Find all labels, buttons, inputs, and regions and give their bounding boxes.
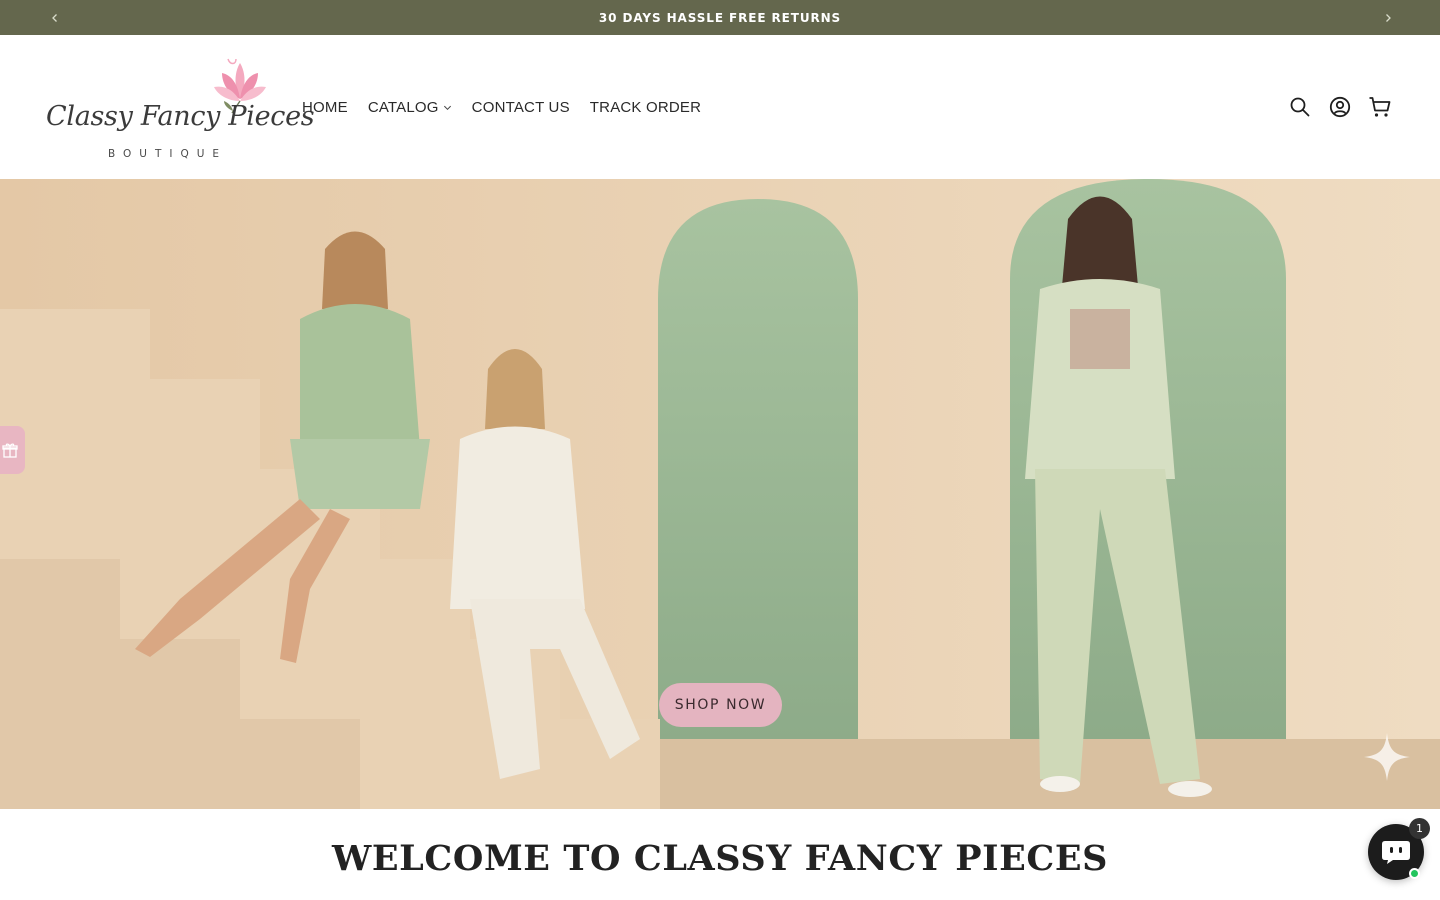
logo[interactable]: Classy Fancy Pieces BOUTIQUE	[46, 55, 315, 165]
search-button[interactable]	[1280, 87, 1320, 127]
chevron-left-icon	[51, 13, 57, 22]
cart-button[interactable]	[1360, 87, 1400, 127]
announcement-bar: 30 DAYS HASSLE FREE RETURNS	[0, 0, 1440, 35]
header-icons	[1280, 87, 1400, 127]
announcement-next-button[interactable]	[1370, 0, 1405, 35]
rewards-side-tab[interactable]	[0, 426, 25, 474]
site-header: Classy Fancy Pieces BOUTIQUE HOME CATALO…	[0, 35, 1440, 179]
nav-catalog[interactable]: CATALOG	[358, 99, 462, 116]
chat-notification-badge: 1	[1409, 818, 1430, 839]
nav-contact-us[interactable]: CONTACT US	[462, 99, 580, 116]
sparkle-icon	[1364, 733, 1410, 781]
search-icon	[1290, 97, 1310, 117]
account-icon	[1329, 96, 1351, 118]
nav-track-label: TRACK ORDER	[589, 98, 702, 116]
chevron-right-icon	[1385, 13, 1391, 22]
chat-online-indicator	[1409, 868, 1420, 879]
logo-script-text: Classy Fancy Pieces	[46, 101, 315, 132]
nav-track-order[interactable]: TRACK ORDER	[580, 99, 711, 116]
chat-bot-icon	[1382, 841, 1410, 864]
nav-home[interactable]: HOME	[292, 99, 358, 116]
shop-now-button[interactable]: SHOP NOW	[659, 683, 782, 727]
gift-icon	[2, 443, 18, 458]
announcement-prev-button[interactable]	[37, 0, 72, 35]
nav-catalog-label: CATALOG	[367, 98, 439, 116]
main-nav: HOME CATALOG CONTACT US TRACK ORDER	[292, 93, 711, 121]
announcement-text: 30 DAYS HASSLE FREE RETURNS	[598, 10, 842, 25]
cart-icon	[1369, 97, 1391, 117]
nav-home-label: HOME	[302, 98, 348, 116]
account-button[interactable]	[1320, 87, 1360, 127]
welcome-heading: WELCOME TO CLASSY FANCY PIECES	[332, 838, 1108, 879]
nav-contact-label: CONTACT US	[471, 98, 570, 116]
logo-subtitle: BOUTIQUE	[108, 148, 228, 160]
chevron-down-icon	[443, 105, 451, 110]
